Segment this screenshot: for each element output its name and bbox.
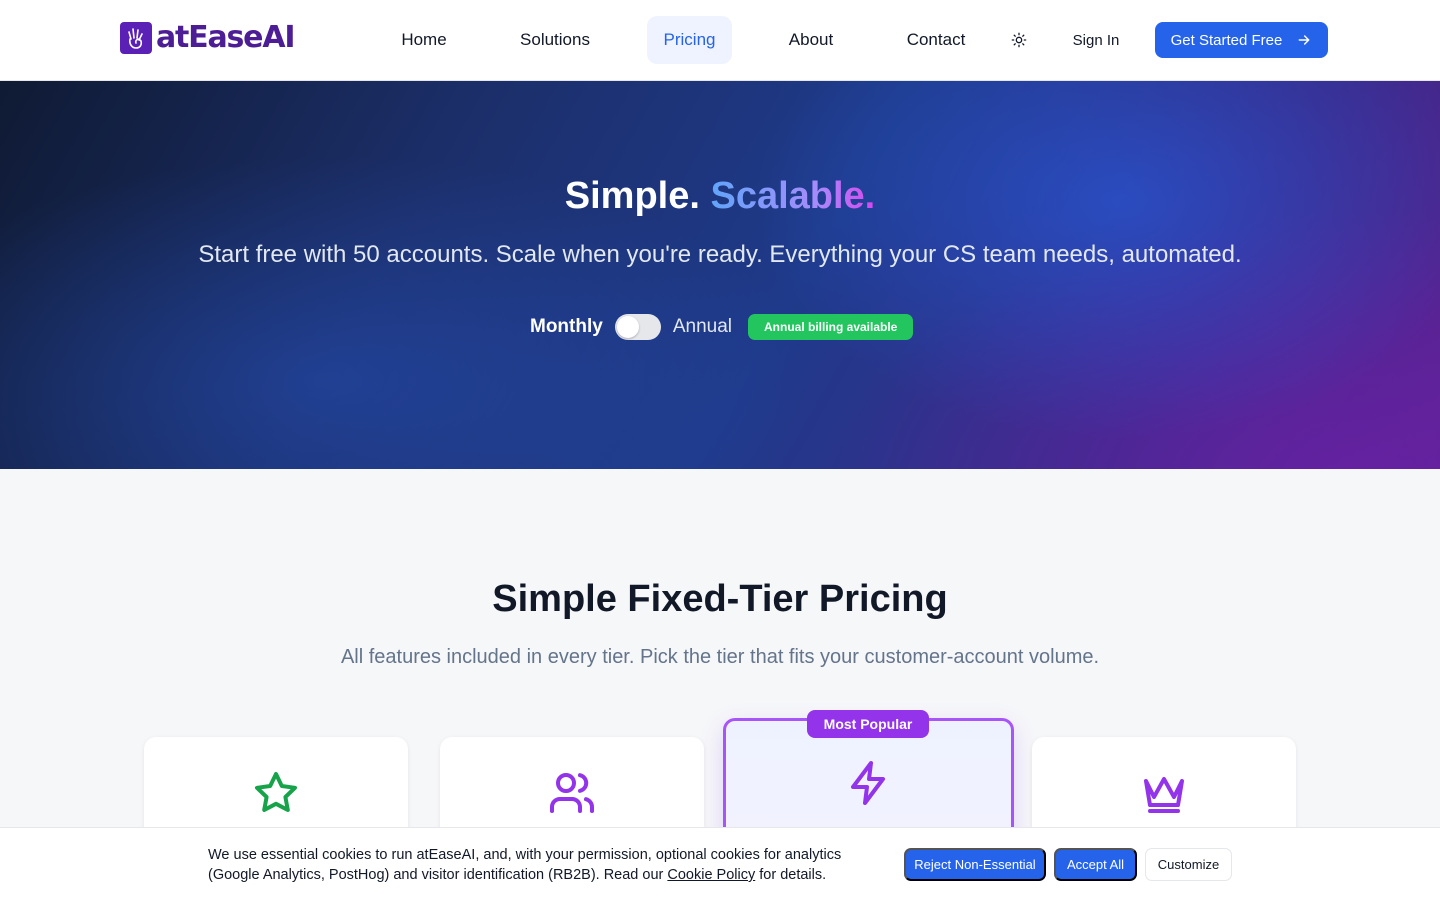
nav-pricing[interactable]: Pricing — [647, 16, 732, 64]
logo[interactable]: atEaseAI — [120, 20, 296, 56]
nav-about[interactable]: About — [772, 16, 850, 64]
star-icon — [255, 772, 297, 812]
hero-section: Simple. Scalable. Start free with 50 acc… — [0, 81, 1440, 469]
annual-billing-badge: Annual billing available — [748, 314, 914, 340]
logo-text: atEaseAI — [156, 20, 296, 55]
customize-button[interactable]: Customize — [1145, 848, 1232, 881]
billing-toggle[interactable] — [614, 314, 661, 340]
billing-toggle-knob — [616, 316, 639, 338]
lightning-icon — [850, 761, 885, 805]
hero-title-highlight: Scalable. — [710, 175, 876, 217]
cookie-banner: We use essential cookies to run atEaseAI… — [0, 827, 1440, 900]
sun-icon — [1011, 32, 1027, 48]
hero-title-plain: Simple. — [564, 175, 700, 217]
billing-monthly-label[interactable]: Monthly — [530, 316, 603, 338]
most-popular-badge: Most Popular — [807, 710, 929, 738]
pricing-title: Simple Fixed-Tier Pricing — [492, 578, 948, 620]
hero-title: Simple. Scalable. — [0, 175, 1440, 218]
accept-all-button[interactable]: Accept All — [1054, 848, 1137, 881]
users-icon — [550, 773, 595, 813]
pricing-subtitle: All features included in every tier. Pic… — [340, 646, 1100, 668]
reject-non-essential-button[interactable]: Reject Non-Essential — [904, 848, 1046, 881]
arrow-right-icon — [1298, 35, 1310, 45]
crown-icon — [1144, 777, 1184, 813]
hero-subtitle: Start free with 50 accounts. Scale when … — [198, 241, 1242, 268]
logo-mark-icon — [120, 22, 152, 54]
get-started-button[interactable]: Get Started Free — [1155, 22, 1328, 58]
billing-toggle-row: Monthly Annual Annual billing available — [530, 312, 914, 342]
site-header: atEaseAI Home Solutions Pricing About Co… — [0, 0, 1440, 81]
get-started-label: Get Started Free — [1170, 31, 1283, 49]
theme-toggle-button[interactable] — [1006, 27, 1032, 53]
cookie-policy-link[interactable]: Cookie Policy — [667, 867, 755, 883]
cookie-text: We use essential cookies to run atEaseAI… — [208, 845, 868, 885]
nav-home[interactable]: Home — [384, 16, 464, 64]
sign-in-link[interactable]: Sign In — [1060, 22, 1132, 58]
billing-annual-label[interactable]: Annual — [673, 316, 732, 338]
nav-contact[interactable]: Contact — [890, 16, 982, 64]
nav-solutions[interactable]: Solutions — [503, 16, 607, 64]
cookie-text-after: for details. — [759, 867, 827, 883]
